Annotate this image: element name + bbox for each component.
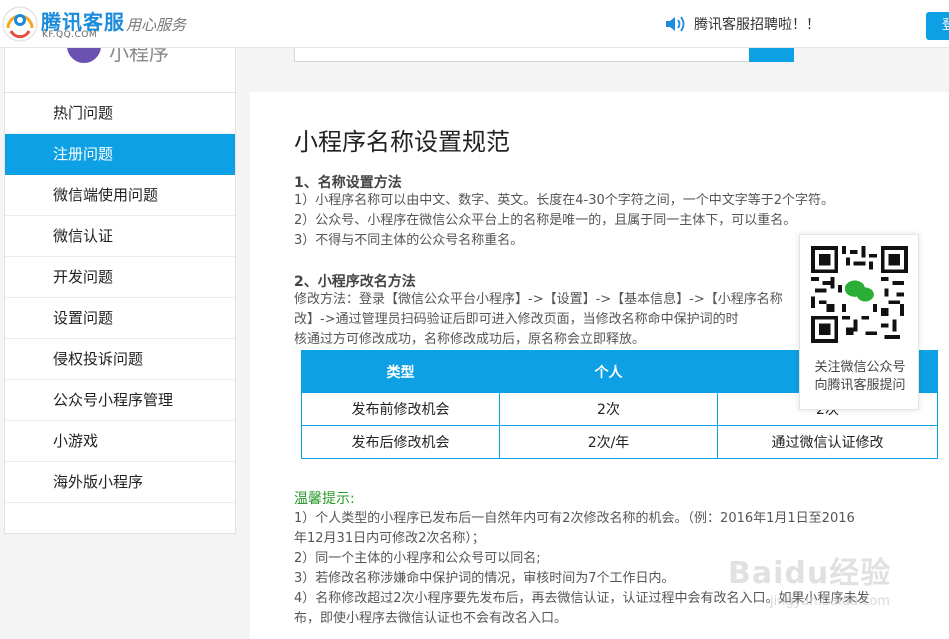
sidebar: 小程序 热门问题 注册问题 微信端使用问题 微信认证 开发问题 设置问题 侵权投诉问题 公众号… bbox=[4, 0, 236, 534]
table-cell: 发布前修改机会 bbox=[301, 392, 500, 426]
tips-line: 3）若修改名称涉嫌命中保护词的情况，审核时间为7个工作日内。 bbox=[294, 571, 675, 586]
sidebar-item[interactable]: 设置问题 bbox=[5, 298, 235, 339]
section-1-line: 1）小程序名称可以由中文、数字、英文。长度在4-30个字符之间，一个中文字等于2… bbox=[294, 193, 835, 208]
sidebar-item[interactable]: 注册问题 bbox=[5, 134, 235, 175]
sidebar-item[interactable]: 侵权投诉问题 bbox=[5, 339, 235, 380]
table-row: 发布后修改机会 2次/年 通过微信认证修改 bbox=[301, 425, 938, 459]
qr-code-icon bbox=[811, 246, 908, 343]
table-header-type: 类型 bbox=[301, 350, 500, 393]
tips-line: 布，即使小程序去微信认证也不会有改名入口。 bbox=[294, 611, 568, 626]
table-cell: 2次 bbox=[499, 392, 718, 426]
qr-caption-line-2: 向腾讯客服提问 bbox=[814, 378, 906, 393]
sidebar-item[interactable]: 海外版小程序 bbox=[5, 462, 235, 503]
qr-caption: 关注微信公众号 向腾讯客服提问 bbox=[800, 359, 920, 395]
table-cell: 通过微信认证修改 bbox=[717, 425, 938, 459]
sidebar-menu: 热门问题 注册问题 微信端使用问题 微信认证 开发问题 设置问题 侵权投诉问题 公众号小程序管… bbox=[5, 93, 235, 503]
sidebar-item[interactable]: 公众号小程序管理 bbox=[5, 380, 235, 421]
table-cell: 发布后修改机会 bbox=[301, 425, 500, 459]
brand-slogan: 用心服务 bbox=[126, 16, 187, 34]
tips-line: 年12月31日内可修改2次名称）； bbox=[294, 531, 485, 546]
section-1-line: 2）公众号、小程序在微信公众平台上的名称是唯一的，且属于同一主体下，可以重名。 bbox=[294, 213, 797, 228]
qr-caption-line-1: 关注微信公众号 bbox=[814, 360, 906, 375]
login-button[interactable]: 登 bbox=[926, 12, 949, 40]
sidebar-item[interactable]: 热门问题 bbox=[5, 93, 235, 134]
section-2-line: 核通过方可修改成功，名称修改成功后，原名称会立即释放。 bbox=[294, 332, 646, 347]
brand-url: KF.QQ.COM bbox=[42, 30, 98, 40]
sidebar-item[interactable]: 开发问题 bbox=[5, 257, 235, 298]
tips-heading: 温馨提示: bbox=[294, 491, 355, 507]
tencent-kefu-logo-icon[interactable] bbox=[2, 6, 38, 42]
section-2-line: 修改方法：登录【微信公众平台小程序】->【设置】->【基本信息】->【小程序名称 bbox=[294, 292, 783, 307]
recruit-notice[interactable]: 腾讯客服招聘啦！！ bbox=[665, 14, 820, 34]
page-root: 小程序 热门问题 注册问题 微信端使用问题 微信认证 开发问题 设置问题 侵权投诉问题 公众号… bbox=[0, 0, 949, 639]
article-title: 小程序名称设置规范 bbox=[294, 128, 510, 156]
sidebar-item[interactable]: 微信端使用问题 bbox=[5, 175, 235, 216]
section-1-line: 3）不得与不同主体的公众号名称重名。 bbox=[294, 233, 524, 248]
top-header: 腾讯客服 KF.QQ.COM 用心服务 腾讯客服招聘啦！！ 登 bbox=[0, 0, 949, 48]
tips-line: 2）同一个主体的小程序和公众号可以同名; bbox=[294, 551, 541, 566]
section-1-heading: 1、名称设置方法 bbox=[294, 175, 402, 191]
section-2-line: 改】->通过管理员扫码验证后即可进入修改页面，当修改名称命中保护词的时 bbox=[294, 312, 739, 327]
recruit-notice-text: 腾讯客服招聘啦！！ bbox=[694, 17, 820, 33]
table-cell: 2次/年 bbox=[499, 425, 718, 459]
sidebar-item[interactable]: 微信认证 bbox=[5, 216, 235, 257]
sidebar-item[interactable]: 小游戏 bbox=[5, 421, 235, 462]
wechat-qr-panel[interactable]: 关注微信公众号 向腾讯客服提问 bbox=[799, 234, 919, 410]
section-2-heading: 2、小程序改名方法 bbox=[294, 274, 416, 290]
baidu-jingyan-watermark: Baidu经验 bbox=[728, 556, 892, 591]
speaker-icon bbox=[666, 16, 685, 32]
tips-line: 1）个人类型的小程序已发布后一自然年内可有2次修改名称的机会。（例：2016年1… bbox=[294, 511, 855, 526]
watermark-url: jingyan.baidu.com bbox=[770, 594, 890, 609]
table-header-personal: 个人 bbox=[499, 350, 718, 393]
